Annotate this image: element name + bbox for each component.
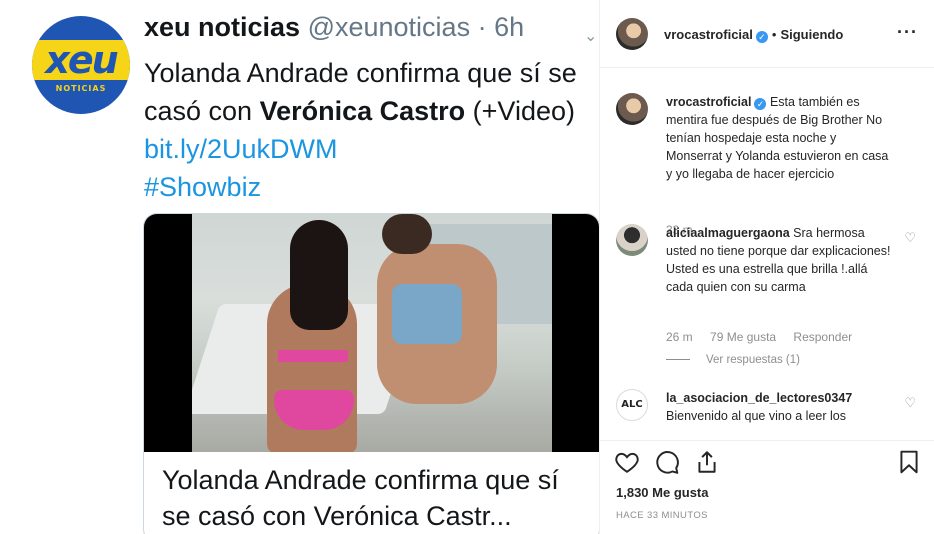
avatar[interactable]: ALC <box>616 389 648 421</box>
tweet-author-handle: @xeunoticias <box>307 12 471 42</box>
comment-username[interactable]: vrocastroficial <box>666 95 751 109</box>
comments-list[interactable]: vrocastroficial ✓ Esta también es mentira… <box>600 69 934 439</box>
tweet-link: bit.ly/2UukDWM <box>144 134 338 164</box>
comment-text-block: la_asociacion_de_lectores0347 Bienvenido… <box>666 389 892 425</box>
share-icon[interactable] <box>694 449 720 475</box>
like-comment-heart-icon[interactable]: ♡ <box>904 230 916 246</box>
verified-icon: ✓ <box>754 98 767 110</box>
tweet-hashtag: #Showbiz <box>144 172 262 202</box>
comment-username[interactable]: la_asociacion_de_lectores0347 <box>666 391 852 405</box>
tweet-author-name: xeu noticias <box>144 12 301 42</box>
card-title: Yolanda Andrade confirma que sí se casó … <box>162 465 559 531</box>
tweet-text-bold: Verónica Castro <box>259 96 466 126</box>
post-sidebar: vrocastroficial ✓ • Siguiendo ··· vrocastro… <box>600 0 934 534</box>
reply-button[interactable]: Responder <box>793 330 852 344</box>
verified-icon: ✓ <box>755 31 768 43</box>
post-timestamp[interactable]: HACE 33 MINUTOS <box>616 510 708 521</box>
tweet-body: Yolanda Andrade confirma que sí se casó … <box>144 54 594 206</box>
tweet-link-card: Yolanda Andrade confirma que sí se casó … <box>143 213 599 534</box>
view-replies-label: Ver respuestas (1) <box>706 354 800 366</box>
comment-likes[interactable]: 79 Me gusta <box>710 330 776 344</box>
following-button[interactable]: Siguiendo <box>780 27 843 42</box>
like-comment-heart-icon[interactable]: ♡ <box>904 395 916 411</box>
post-actions: 1,830 Me gusta HACE 33 MINUTOS <box>600 440 934 534</box>
comment-time: 26 m <box>666 330 693 344</box>
header-dot: • <box>771 27 777 42</box>
heart-icon[interactable] <box>614 449 640 475</box>
logo-text: xeu <box>45 38 118 82</box>
avatar[interactable] <box>616 224 648 256</box>
chevron-down-icon: ⌄ <box>584 28 598 45</box>
logo-subtext: NOTICIAS <box>55 84 107 93</box>
tweet-time: 6h <box>494 12 525 42</box>
comment-icon[interactable] <box>654 449 680 475</box>
comment-text-block: vrocastroficial ✓ Esta también es mentira… <box>666 93 892 183</box>
header-username[interactable]: vrocastroficial <box>664 27 753 42</box>
avatar[interactable] <box>616 18 648 50</box>
post-image[interactable]: xeu NOTICIAS xeu noticias @xeunoticias ·… <box>0 0 600 534</box>
comment-text-block: aliciaalmaguergaona Sra hermosa usted no… <box>666 224 892 296</box>
bookmark-icon[interactable] <box>896 449 922 475</box>
post-header: vrocastroficial ✓ • Siguiendo ··· <box>600 0 934 68</box>
avatar[interactable] <box>616 93 648 125</box>
comment-username[interactable]: aliciaalmaguergaona <box>666 226 790 240</box>
xeu-logo: xeu NOTICIAS <box>32 16 130 114</box>
card-photo <box>144 214 599 452</box>
comment-text: Bienvenido al que vino a leer los <box>666 409 846 423</box>
likes-count[interactable]: 1,830 Me gusta <box>616 485 709 500</box>
tweet-header: xeu noticias @xeunoticias · 6h <box>144 12 524 43</box>
tweet-text-2: (+Video) <box>465 96 575 126</box>
more-options-icon[interactable]: ··· <box>897 22 918 43</box>
comment-meta: 26 m 79 Me gusta Responder <box>666 330 866 344</box>
view-replies-button[interactable]: Ver respuestas (1) <box>666 354 800 366</box>
tweet-dot: · <box>470 12 495 42</box>
